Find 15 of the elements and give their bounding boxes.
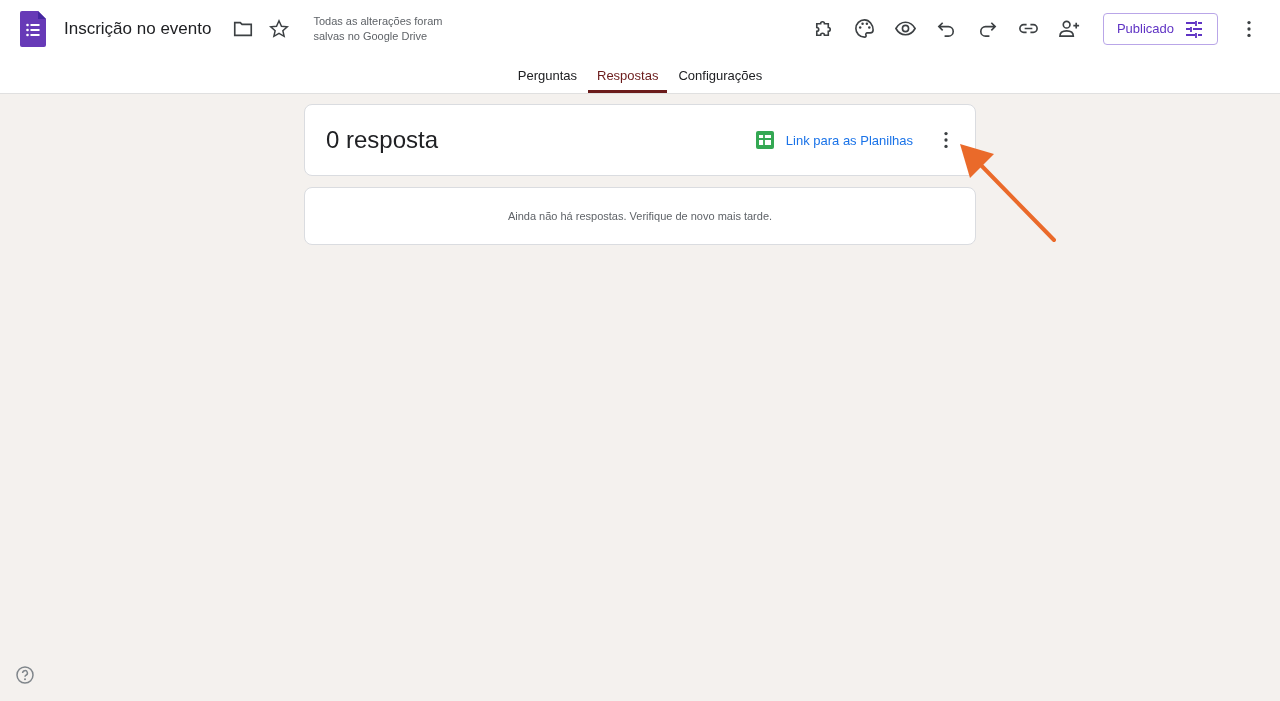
star-icon[interactable]: [268, 17, 291, 40]
response-count: 0 resposta: [326, 126, 440, 154]
sliders-icon: [1184, 18, 1204, 39]
empty-message: Ainda não há respostas. Verifique de novo mais tarde.: [507, 210, 773, 222]
help-icon[interactable]: [16, 666, 34, 684]
palette-icon[interactable]: [852, 17, 876, 40]
tab[interactable]: Respostas: [588, 57, 668, 93]
save-status: Todas as alterações foram salvas no Google Drive: [313, 13, 444, 44]
tab[interactable]: Perguntas: [508, 57, 586, 93]
form-title[interactable]: Inscrição no evento: [64, 18, 212, 39]
publish-button[interactable]: Publicado: [1102, 12, 1218, 45]
tab[interactable]: Configurações: [669, 57, 772, 93]
sheets-link[interactable]: Link para as Planilhas: [785, 132, 913, 148]
sheets-icon[interactable]: [755, 131, 774, 149]
forms-logo-icon[interactable]: [20, 10, 46, 47]
